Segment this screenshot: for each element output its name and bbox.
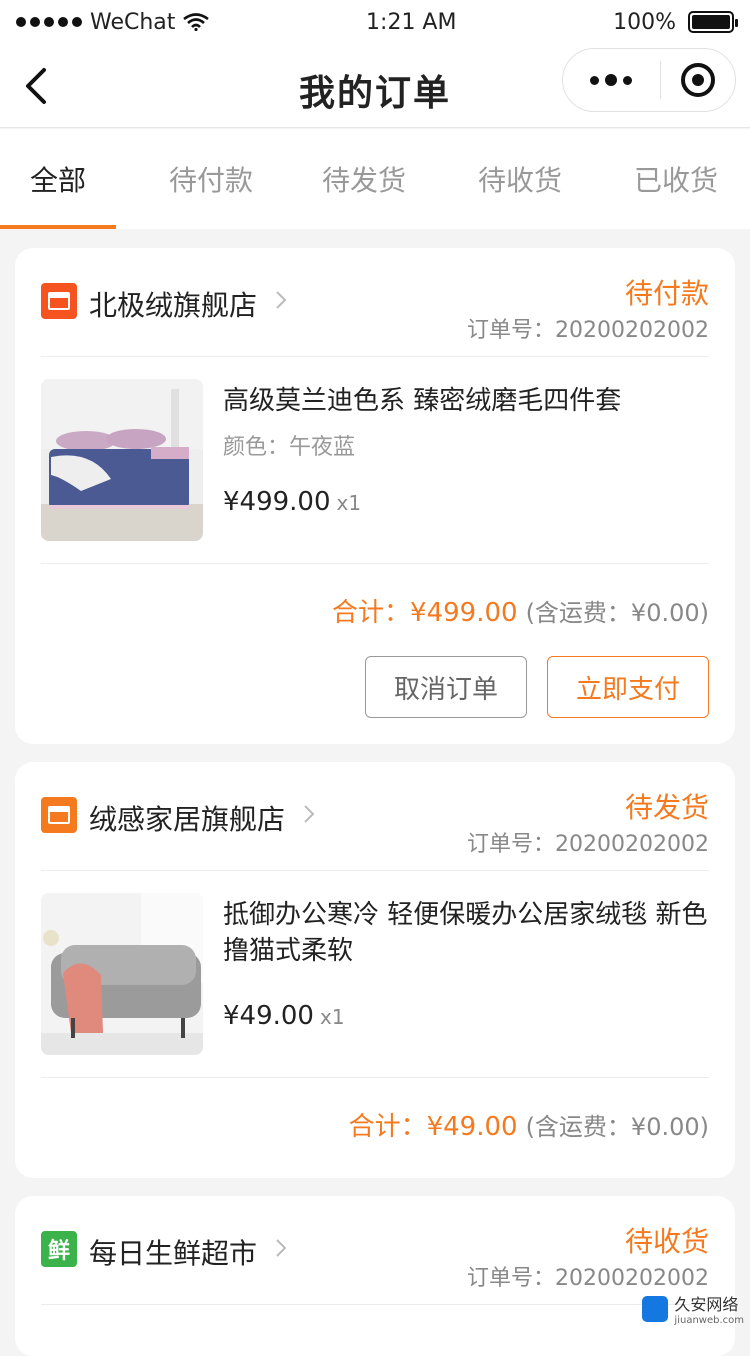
product-title: 抵御办公寒冷 轻便保暖办公居家绒毯 新色 撸猫式柔软 xyxy=(223,897,709,969)
more-icon[interactable] xyxy=(583,74,639,86)
order-card: 绒感家居旗舰店 待发货 订单号：20200202002 抵御办公寒冷 轻便保暖办… xyxy=(15,762,735,1178)
order-status: 待发货 xyxy=(625,786,709,826)
status-time: 1:21 AM xyxy=(366,10,456,35)
fresh-icon: 鲜 xyxy=(41,1231,77,1267)
divider xyxy=(41,1304,709,1305)
price-value: ¥499.00 xyxy=(223,487,331,517)
active-tab-indicator xyxy=(0,225,116,229)
wifi-icon xyxy=(183,13,209,31)
status-bar: WeChat 1:21 AM 100% xyxy=(0,0,750,44)
chevron-right-icon[interactable] xyxy=(299,804,319,824)
store-name[interactable]: 北极绒旗舰店 xyxy=(89,284,257,324)
product-spec: 颜色：午夜蓝 xyxy=(223,429,355,461)
chevron-right-icon[interactable] xyxy=(271,290,291,310)
status-left: WeChat xyxy=(16,10,209,35)
tab-received[interactable]: 已收货 xyxy=(618,129,734,229)
status-right: 100% xyxy=(613,10,734,35)
order-actions: 取消订单 立即支付 xyxy=(41,656,709,748)
shop-icon xyxy=(41,797,77,833)
watermark-logo: 久安网络 jiuanweb.com xyxy=(642,1291,744,1326)
product-price: ¥49.00x1 xyxy=(223,1001,345,1031)
product-image[interactable] xyxy=(41,893,203,1055)
shipping-fee: (含运费：¥0.00) xyxy=(526,593,709,628)
carrier-label: WeChat xyxy=(90,10,175,35)
pay-now-button[interactable]: 立即支付 xyxy=(547,656,709,718)
shop-icon xyxy=(41,283,77,319)
tab-pending-receipt[interactable]: 待收货 xyxy=(422,129,618,229)
battery-percent: 100% xyxy=(613,10,676,35)
price-value: ¥49.00 xyxy=(223,1001,314,1031)
tab-pending-payment[interactable]: 待付款 xyxy=(116,129,306,229)
store-name[interactable]: 每日生鲜超市 xyxy=(89,1232,257,1272)
store-name[interactable]: 绒感家居旗舰店 xyxy=(89,798,285,838)
tab-all[interactable]: 全部 xyxy=(0,129,116,229)
order-total: 合计：¥49.00 (含运费：¥0.00) xyxy=(41,1078,709,1170)
store-header: 绒感家居旗舰店 待发货 订单号：20200202002 xyxy=(41,762,709,870)
close-miniprogram-icon[interactable] xyxy=(681,63,715,97)
battery-icon xyxy=(688,11,734,33)
product-title: 高级莫兰迪色系 臻密绒磨毛四件套 xyxy=(223,383,709,419)
chevron-right-icon[interactable] xyxy=(271,1238,291,1258)
order-tabs: 全部 待付款 待发货 待收货 已收货 xyxy=(0,129,750,229)
signal-icon xyxy=(16,17,82,27)
cancel-order-button[interactable]: 取消订单 xyxy=(365,656,527,718)
store-header: 鲜 每日生鲜超市 待收货 订单号：20200202002 xyxy=(41,1196,709,1304)
order-number: 订单号：20200202002 xyxy=(467,826,709,858)
store-header: 北极绒旗舰店 待付款 订单号：20200202002 xyxy=(41,248,709,356)
watermark-icon xyxy=(642,1296,668,1322)
product-image[interactable] xyxy=(41,379,203,541)
order-number: 订单号：20200202002 xyxy=(467,1260,709,1292)
tab-pending-shipment[interactable]: 待发货 xyxy=(306,129,422,229)
navigation-bar: 我的订单 xyxy=(0,44,750,128)
order-status: 待收货 xyxy=(625,1220,709,1260)
capsule-divider xyxy=(660,61,661,99)
order-total: 合计：¥499.00 (含运费：¥0.00) xyxy=(41,564,709,656)
mini-program-capsule xyxy=(562,48,736,112)
watermark-text: 久安网络 jiuanweb.com xyxy=(674,1291,744,1326)
order-number: 订单号：20200202002 xyxy=(467,312,709,344)
total-amount: 合计：¥499.00 xyxy=(332,592,518,629)
order-status: 待付款 xyxy=(625,272,709,312)
quantity: x1 xyxy=(320,1005,345,1029)
product-price: ¥499.00x1 xyxy=(223,487,361,517)
quantity: x1 xyxy=(337,491,362,515)
total-amount: 合计：¥49.00 xyxy=(349,1106,518,1143)
product-item[interactable]: 抵御办公寒冷 轻便保暖办公居家绒毯 新色 撸猫式柔软 ¥49.00x1 xyxy=(41,871,709,1077)
product-item[interactable]: 高级莫兰迪色系 臻密绒磨毛四件套 颜色：午夜蓝 ¥499.00x1 xyxy=(41,357,709,563)
shipping-fee: (含运费：¥0.00) xyxy=(526,1107,709,1142)
order-card: 鲜 每日生鲜超市 待收货 订单号：20200202002 xyxy=(15,1196,735,1356)
order-card: 北极绒旗舰店 待付款 订单号：20200202002 高级莫兰迪色系 臻密绒磨毛… xyxy=(15,248,735,744)
